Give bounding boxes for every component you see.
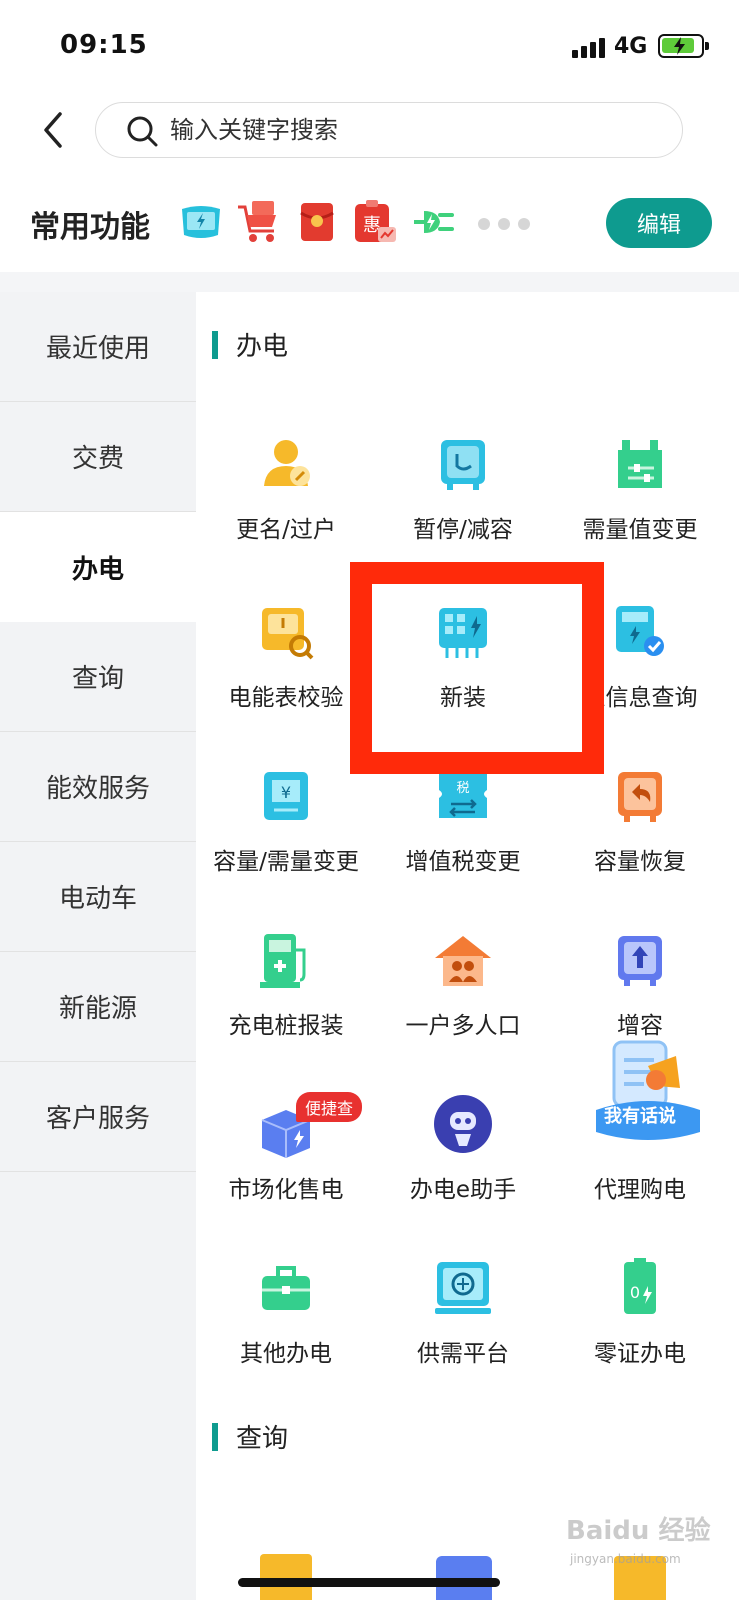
factory-slider-icon — [618, 440, 662, 488]
yuan-swap-icon: ¥ — [264, 772, 308, 820]
section-header-electricity: 办电 — [212, 326, 288, 363]
grid-item-capacity-demand[interactable]: ¥ 容量/需量变更 — [196, 766, 376, 896]
section-title: 查询 — [236, 1424, 289, 1454]
banner-say-something: 我有话说 — [604, 1106, 676, 1127]
meter-inspect-icon — [262, 608, 314, 660]
watermark: Baidu 经验 — [566, 1516, 711, 1546]
battery-icon — [658, 34, 709, 58]
network-type: 4G — [614, 34, 648, 59]
zero-cert-icon: 0 — [624, 1258, 656, 1314]
grid-item-rename[interactable]: 更名/过户 — [196, 434, 376, 564]
watermark-url: jingyan.baidu.com — [570, 1552, 681, 1566]
red-envelope-icon[interactable] — [294, 199, 340, 245]
back-button[interactable] — [36, 108, 76, 152]
sidebar-item-payment[interactable]: 交费 — [0, 402, 196, 512]
grid-item-capacity-restore[interactable]: 容量恢复 — [550, 766, 730, 896]
robot-assistant-icon — [434, 1095, 492, 1153]
more-dots-icon[interactable] — [478, 218, 530, 230]
grid-item-meter-inspect[interactable]: 电能表校验 — [196, 602, 376, 732]
highlight-box — [350, 562, 604, 774]
chevron-left-icon — [44, 112, 62, 148]
sidebar-item-recent[interactable]: 最近使用 — [0, 292, 196, 402]
search-box[interactable] — [95, 102, 683, 158]
sidebar-item-customer-service[interactable]: 客户服务 — [0, 1062, 196, 1172]
grid-item-other-service[interactable]: 其他办电 — [196, 1258, 376, 1388]
common-functions-icons: 惠 — [178, 198, 456, 246]
cart-icon[interactable] — [236, 199, 282, 245]
discount-coupon-icon[interactable]: 惠 — [352, 199, 398, 245]
charging-pile-icon — [260, 934, 306, 988]
tablet-bolt-icon[interactable] — [178, 199, 224, 245]
sidebar-item-ev[interactable]: 电动车 — [0, 842, 196, 952]
sidebar-item-energy-efficiency[interactable]: 能效服务 — [0, 732, 196, 842]
sidebar: 最近使用 交费 办电 查询 能效服务 电动车 新能源 客户服务 — [0, 292, 196, 1600]
platform-screen-icon — [435, 1262, 491, 1314]
sidebar-item-electricity-service[interactable]: 办电 — [0, 512, 196, 622]
house-family-icon — [435, 936, 491, 986]
signal-icon — [572, 38, 606, 58]
status-bar: 09:15 4G — [0, 0, 739, 90]
edit-button[interactable]: 编辑 — [606, 198, 712, 248]
sidebar-item-query[interactable]: 查询 — [0, 622, 196, 732]
section-header-query: 查询 — [212, 1418, 288, 1455]
badge-quick-check: 便捷查 — [296, 1092, 363, 1122]
grid-item-zero-cert[interactable]: 0 零证办电 — [550, 1258, 730, 1388]
grid-item-market-sale[interactable]: 便捷查 市场化售电 — [196, 1092, 376, 1224]
search-icon — [127, 116, 158, 147]
section-title: 办电 — [236, 332, 289, 362]
tax-ticket-icon: 税 — [439, 774, 487, 818]
svg-text:税: 税 — [456, 781, 469, 796]
grid-item-multi-person-household[interactable]: 一户多人口 — [373, 930, 553, 1060]
plug-icon[interactable] — [410, 199, 456, 245]
sidebar-item-new-energy[interactable]: 新能源 — [0, 952, 196, 1062]
meter-check-icon — [616, 606, 664, 656]
search-input[interactable] — [170, 103, 650, 156]
toolbox-icon — [262, 1266, 310, 1310]
query-item-icon-partial[interactable] — [260, 1554, 312, 1600]
grid-item-pause-reduce[interactable]: 暂停/减容 — [373, 434, 553, 564]
user-edit-icon — [264, 440, 310, 486]
content-panel: 办电 更名/过户 暂停/减容 需量值变更 电能表校验 新装 表信息查询 ¥ 容量… — [196, 292, 739, 1600]
status-time: 09:15 — [60, 30, 148, 60]
grid-item-vat-change[interactable]: 税 增值税变更 — [373, 766, 553, 896]
svg-text:0: 0 — [630, 1283, 640, 1302]
restore-arrow-icon — [618, 772, 662, 822]
grid-item-supply-demand[interactable]: 供需平台 — [373, 1258, 553, 1388]
grid-item-e-assistant[interactable]: 办电e助手 — [373, 1094, 553, 1224]
grid-item-agent-purchase[interactable]: 我有话说 代理购电 — [550, 1040, 730, 1224]
grid-item-charging-pile[interactable]: 充电桩报装 — [196, 930, 376, 1060]
svg-text:¥: ¥ — [281, 783, 291, 802]
speak-banner-icon — [596, 1040, 700, 1140]
grid-item-demand-change[interactable]: 需量值变更 — [550, 434, 730, 564]
meter-pause-icon — [441, 440, 485, 490]
capacity-up-icon — [618, 936, 662, 986]
common-functions-title: 常用功能 — [30, 210, 150, 245]
divider-band — [0, 272, 739, 292]
home-indicator[interactable] — [238, 1578, 500, 1587]
